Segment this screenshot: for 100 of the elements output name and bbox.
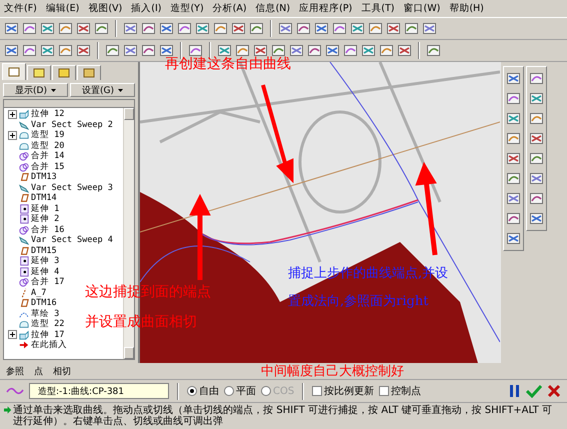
tree-item[interactable]: 合并 15: [8, 162, 64, 172]
tool-icon[interactable]: [506, 71, 521, 86]
tree-item[interactable]: DTM14: [8, 193, 57, 204]
tree-item[interactable]: Var Sect Sweep 4: [8, 235, 113, 246]
tree-item[interactable]: 合并 16: [8, 224, 64, 235]
expand-icon[interactable]: [8, 330, 17, 340]
checkbox[interactable]: [379, 386, 390, 396]
menu-item[interactable]: 文件(F): [4, 2, 37, 15]
tool-icon[interactable]: [314, 21, 329, 36]
tool-icon[interactable]: [271, 43, 286, 58]
tool-icon[interactable]: [350, 21, 365, 36]
checkbox-option[interactable]: 按比例更新: [312, 384, 374, 398]
tool-icon[interactable]: [506, 171, 521, 186]
tool-icon[interactable]: [278, 21, 293, 36]
expand-icon[interactable]: [8, 130, 17, 140]
tool-icon[interactable]: [325, 43, 340, 58]
dashboard-tab[interactable]: 参照: [6, 364, 24, 378]
tool-icon[interactable]: [296, 21, 311, 36]
tool-icon[interactable]: [506, 131, 521, 146]
dropdown-button[interactable]: 设置(G): [70, 83, 135, 97]
radio-button[interactable]: [187, 386, 197, 396]
tree-item[interactable]: Var Sect Sweep 3: [8, 182, 113, 193]
tree-item[interactable]: DTM16: [8, 298, 57, 308]
tool-icon[interactable]: [22, 21, 37, 36]
curve-field[interactable]: 造型:-1:曲线:CP-381: [29, 383, 169, 399]
tree-item[interactable]: 造型 22: [8, 319, 64, 330]
tool-icon[interactable]: [529, 131, 544, 146]
tree-item[interactable]: 合并 17: [8, 277, 64, 288]
menu-item[interactable]: 造型(Y): [170, 2, 204, 15]
tool-icon[interactable]: [529, 111, 544, 126]
tool-icon[interactable]: [123, 21, 138, 36]
tool-icon[interactable]: [22, 43, 37, 58]
tree-item[interactable]: 延伸 1: [8, 204, 60, 214]
tool-icon[interactable]: [177, 21, 192, 36]
menu-item[interactable]: 工具(T): [361, 2, 394, 15]
tool-icon[interactable]: [4, 21, 19, 36]
pause-icon[interactable]: [509, 384, 521, 398]
menu-item[interactable]: 视图(V): [88, 2, 122, 15]
close-icon[interactable]: [547, 384, 561, 398]
menu-item[interactable]: 帮助(H): [449, 2, 484, 15]
tool-icon[interactable]: [506, 191, 521, 206]
tree-item[interactable]: 延伸 3: [8, 256, 60, 266]
tool-icon[interactable]: [213, 21, 228, 36]
menu-item[interactable]: 编辑(E): [46, 2, 80, 15]
tool-icon[interactable]: [4, 43, 19, 58]
dashboard-tab[interactable]: 点: [34, 364, 43, 378]
tree-item[interactable]: 造型 19: [8, 130, 64, 140]
tree-item[interactable]: 延伸 2: [8, 214, 60, 224]
tool-icon[interactable]: [141, 43, 156, 58]
tool-icon[interactable]: [506, 211, 521, 226]
radio-button[interactable]: [224, 386, 234, 396]
tree-item[interactable]: 草绘 3: [8, 308, 60, 319]
tool-icon[interactable]: [506, 111, 521, 126]
tool-icon[interactable]: [195, 21, 210, 36]
dropdown-button[interactable]: 显示(D): [3, 83, 68, 97]
tool-icon[interactable]: [76, 43, 91, 58]
panel-tab[interactable]: [2, 63, 26, 80]
tool-icon[interactable]: [249, 21, 264, 36]
tool-icon[interactable]: [289, 43, 304, 58]
tool-icon[interactable]: [506, 151, 521, 166]
tree-item[interactable]: DTM15: [8, 246, 57, 256]
tool-icon[interactable]: [529, 151, 544, 166]
tool-icon[interactable]: [253, 43, 268, 58]
radio-option[interactable]: 平面: [224, 384, 256, 398]
checkmark-icon[interactable]: [526, 384, 542, 398]
tool-icon[interactable]: [105, 43, 120, 58]
tool-icon[interactable]: [307, 43, 322, 58]
tree-item[interactable]: 合并 14: [8, 151, 64, 162]
menu-item[interactable]: 信息(N): [256, 2, 290, 15]
panel-tab[interactable]: [52, 65, 76, 80]
tool-icon[interactable]: [343, 43, 358, 58]
tree-item[interactable]: 造型 20: [8, 140, 64, 151]
tool-icon[interactable]: [397, 43, 412, 58]
tool-icon[interactable]: [188, 43, 203, 58]
menu-item[interactable]: 应用程序(P): [299, 2, 352, 15]
tree-item[interactable]: 拉伸 12: [8, 109, 64, 120]
tool-icon[interactable]: [379, 43, 394, 58]
checkbox[interactable]: [312, 386, 322, 396]
tool-icon[interactable]: [332, 21, 347, 36]
tool-icon[interactable]: [231, 21, 246, 36]
tool-icon[interactable]: [217, 43, 232, 58]
tool-icon[interactable]: [529, 191, 544, 206]
menu-item[interactable]: 分析(A): [212, 2, 247, 15]
panel-tab[interactable]: [27, 65, 51, 80]
panel-tab[interactable]: [77, 65, 101, 80]
tree-item[interactable]: A_7: [8, 288, 46, 298]
radio-option[interactable]: 自由: [187, 384, 219, 398]
dashboard-tab[interactable]: 相切: [53, 364, 71, 378]
tool-icon[interactable]: [506, 231, 521, 246]
tool-icon[interactable]: [40, 21, 55, 36]
menu-item[interactable]: 插入(I): [131, 2, 162, 15]
tree-item[interactable]: 拉伸 17: [8, 330, 64, 340]
tool-icon[interactable]: [58, 21, 73, 36]
scroll-up-button[interactable]: [124, 108, 134, 120]
expand-icon[interactable]: [8, 110, 17, 119]
tool-icon[interactable]: [159, 21, 174, 36]
checkbox-option[interactable]: 控制点: [379, 384, 422, 398]
tool-icon[interactable]: [58, 43, 73, 58]
tool-icon[interactable]: [94, 21, 109, 36]
tool-icon[interactable]: [235, 43, 250, 58]
